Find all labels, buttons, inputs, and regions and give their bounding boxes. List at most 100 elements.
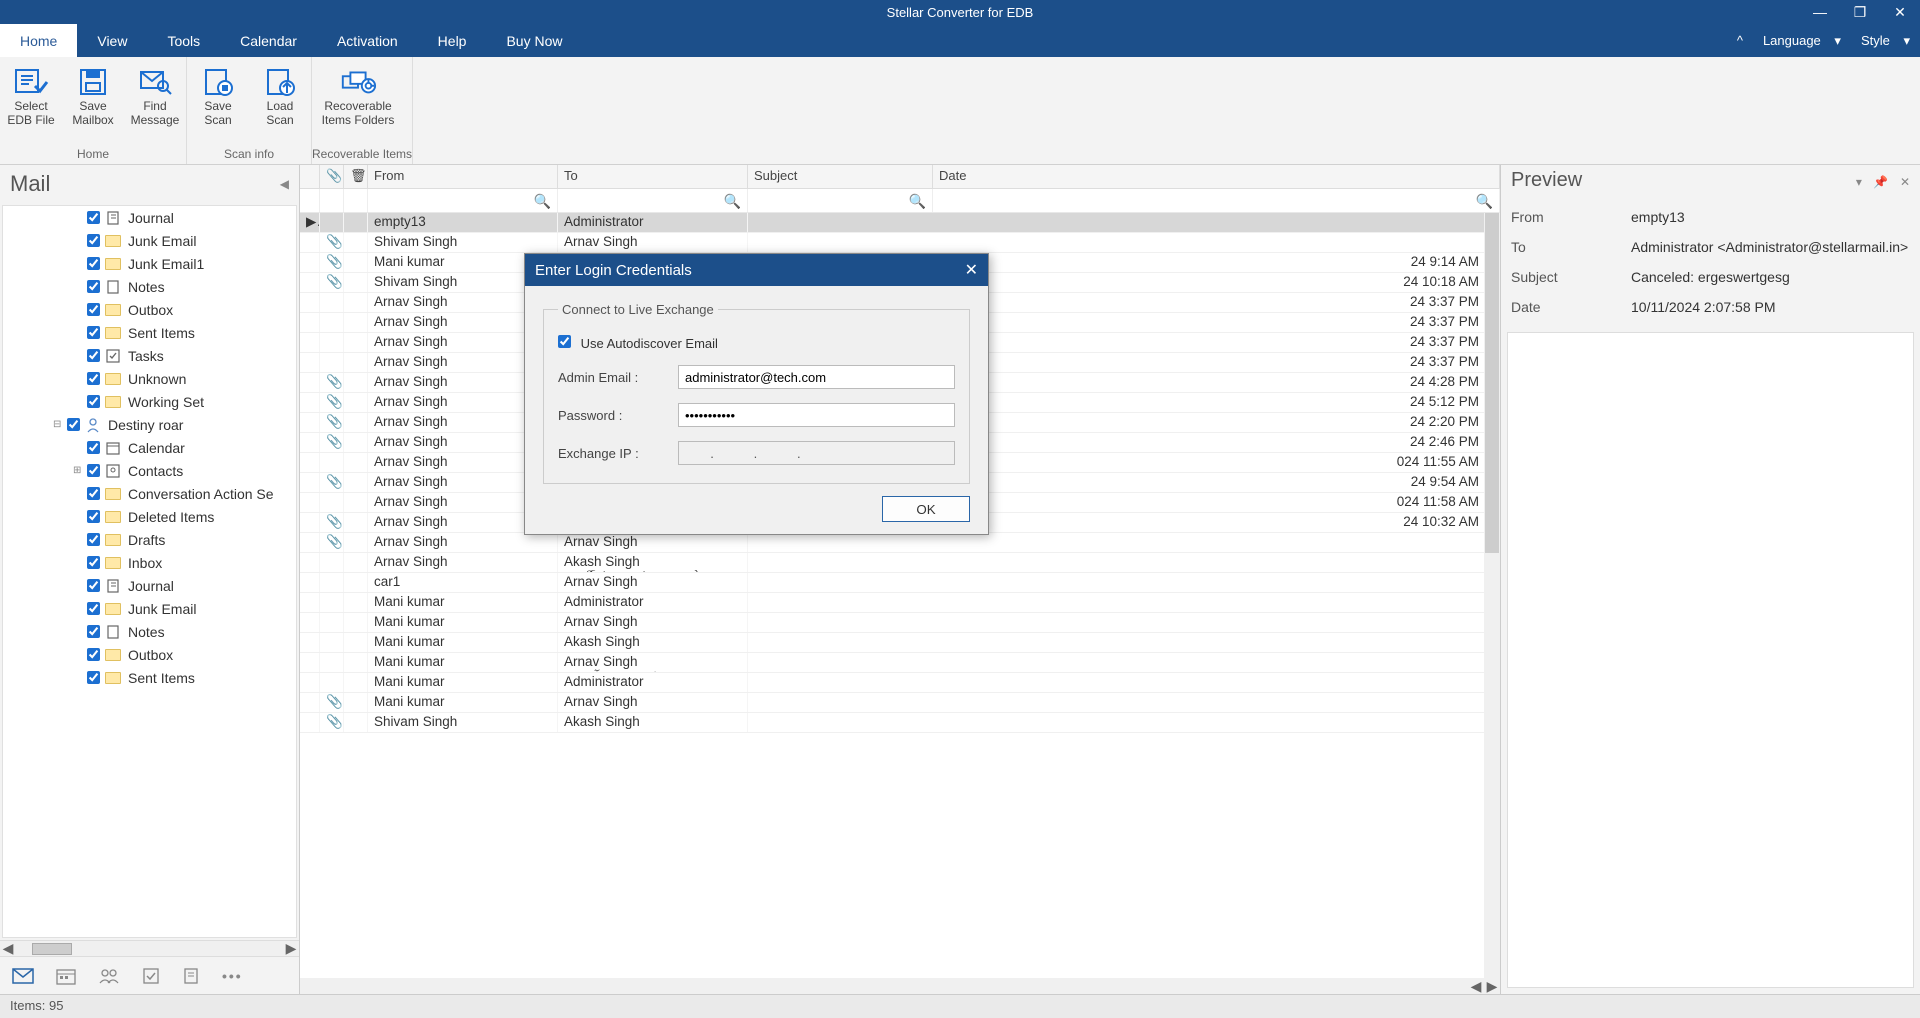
tree-checkbox[interactable] (87, 579, 100, 592)
tree-node[interactable]: Junk Email (3, 597, 296, 620)
recoverable-items-button[interactable]: Recoverable Items Folders (312, 61, 404, 144)
row-expand[interactable] (300, 273, 320, 292)
tree-checkbox[interactable] (87, 510, 100, 523)
menu-tab-tools[interactable]: Tools (147, 24, 220, 57)
preview-pin-icon[interactable]: 📌 (1873, 175, 1888, 189)
select-edb-file-button[interactable]: Select EDB File (0, 61, 62, 144)
grid-row[interactable]: Mani kumarArnav Singh به مهمانی خوش آمدی… (300, 653, 1500, 673)
preview-dropdown-icon[interactable]: ▾ (1856, 175, 1862, 189)
grid-row[interactable]: Mani kumarAdministrator Txais tos rau to… (300, 673, 1500, 693)
row-expand[interactable] (300, 493, 320, 512)
filter-date[interactable]: 🔍 (933, 189, 1500, 212)
row-expand[interactable] (300, 413, 320, 432)
row-expand[interactable] (300, 353, 320, 372)
grid-row[interactable]: Arnav SinghAkash Singh પાર્ટીમાં આપનું સ… (300, 553, 1500, 573)
tree-node[interactable]: Journal (3, 574, 296, 597)
tree-checkbox[interactable] (87, 671, 100, 684)
row-expand[interactable] (300, 713, 320, 732)
tree-expander[interactable]: ⊟ (53, 419, 67, 430)
grid-col-attachment[interactable]: 📎 (320, 165, 344, 188)
row-expand[interactable] (300, 613, 320, 632)
tree-node[interactable]: Drafts (3, 528, 296, 551)
grid-row[interactable]: Mani kumarAkash Singh Barka da zuwa part… (300, 633, 1500, 653)
dialog-titlebar[interactable]: Enter Login Credentials ✕ (525, 254, 988, 286)
tree-checkbox[interactable] (87, 464, 100, 477)
preview-close-icon[interactable]: ✕ (1900, 175, 1910, 189)
grid-hscroll-left[interactable]: ◀ (1468, 978, 1484, 995)
row-expand[interactable]: ▶ (300, 213, 320, 232)
autodiscover-checkbox[interactable] (558, 335, 571, 348)
maximize-button[interactable]: ❐ (1840, 0, 1880, 24)
switch-more-icon[interactable]: ••• (222, 968, 243, 984)
row-expand[interactable] (300, 253, 320, 272)
row-expand[interactable] (300, 533, 320, 552)
sidebar-hscroll-thumb[interactable] (32, 943, 72, 955)
tree-node[interactable]: Journal (3, 206, 296, 229)
tree-checkbox[interactable] (87, 395, 100, 408)
load-scan-button[interactable]: Load Scan (249, 61, 311, 144)
tree-node[interactable]: Working Set (3, 390, 296, 413)
row-expand[interactable] (300, 313, 320, 332)
switch-calendar-icon[interactable] (56, 967, 76, 985)
search-icon[interactable]: 🔍 (534, 193, 551, 210)
tree-node[interactable]: Inbox (3, 551, 296, 574)
tree-checkbox[interactable] (87, 257, 100, 270)
close-button[interactable]: ✕ (1880, 0, 1920, 24)
grid-vscroll-thumb[interactable] (1485, 213, 1499, 553)
row-expand[interactable] (300, 393, 320, 412)
tree-checkbox[interactable] (87, 556, 100, 569)
minimize-button[interactable]: — (1800, 0, 1840, 24)
folder-tree[interactable]: JournalJunk EmailJunk Email1NotesOutboxS… (2, 205, 297, 938)
grid-row[interactable]: ▶empty13Administrator Canceled: ergeswer… (300, 213, 1500, 233)
tree-checkbox[interactable] (87, 372, 100, 385)
tree-node[interactable]: Junk Email (3, 229, 296, 252)
row-expand[interactable] (300, 453, 320, 472)
style-menu[interactable]: Style ▾ (1851, 33, 1910, 49)
row-expand[interactable] (300, 673, 320, 692)
admin-email-input[interactable] (678, 365, 955, 389)
dialog-close-button[interactable]: ✕ (965, 260, 978, 280)
password-input[interactable] (678, 403, 955, 427)
tree-node[interactable]: Outbox (3, 298, 296, 321)
tree-checkbox[interactable] (87, 602, 100, 615)
grid-row[interactable]: 📎Shivam SinghAkash Singh Bun venit la pe… (300, 713, 1500, 733)
grid-vscroll[interactable] (1484, 213, 1500, 978)
tree-node[interactable]: ⊞Contacts (3, 459, 296, 482)
tree-checkbox[interactable] (87, 648, 100, 661)
tree-checkbox[interactable] (87, 280, 100, 293)
grid-row[interactable]: Mani kumarAdministrator Byenvini nan fèt… (300, 593, 1500, 613)
row-expand[interactable] (300, 573, 320, 592)
filter-to[interactable]: 🔍 (558, 189, 748, 212)
row-expand[interactable] (300, 693, 320, 712)
autodiscover-checkbox-label[interactable]: Use Autodiscover Email (558, 336, 718, 351)
row-expand[interactable] (300, 373, 320, 392)
tree-node[interactable]: Outbox (3, 643, 296, 666)
tree-node[interactable]: Calendar (3, 436, 296, 459)
row-expand[interactable] (300, 633, 320, 652)
tree-checkbox[interactable] (87, 211, 100, 224)
tree-node[interactable]: Deleted Items (3, 505, 296, 528)
grid-row[interactable]: 📎Arnav SinghArnav Singh Takulandirani ku… (300, 533, 1500, 553)
tree-node[interactable]: Junk Email1 (3, 252, 296, 275)
language-menu[interactable]: Language ▾ (1753, 33, 1841, 49)
tree-checkbox[interactable] (87, 441, 100, 454)
row-expand[interactable] (300, 433, 320, 452)
search-icon[interactable]: 🔍 (724, 193, 741, 210)
save-mailbox-button[interactable]: Save Mailbox (62, 61, 124, 144)
grid-col-from[interactable]: From (368, 165, 558, 188)
tree-checkbox[interactable] (67, 418, 80, 431)
grid-row[interactable]: 📎Mani kumarArnav Singh Allin hamusqaykic… (300, 693, 1500, 713)
grid-hscroll-right[interactable]: ▶ (1484, 978, 1500, 995)
switch-tasks-icon[interactable] (142, 967, 160, 985)
row-expand[interactable] (300, 513, 320, 532)
menu-tab-activation[interactable]: Activation (317, 24, 418, 57)
collapse-ribbon-button[interactable]: ^ (1737, 33, 1743, 48)
menu-tab-home[interactable]: Home (0, 24, 77, 57)
grid-row[interactable]: Mani kumarArnav Singh Welkom by die part… (300, 613, 1500, 633)
grid-col-subject[interactable]: Subject (748, 165, 933, 188)
tree-node[interactable]: Unknown (3, 367, 296, 390)
grid-row[interactable]: 📎Shivam SinghArnav Singh Gerra Deskriban… (300, 233, 1500, 253)
sidebar-collapse-icon[interactable]: ◀ (280, 177, 289, 191)
tree-checkbox[interactable] (87, 326, 100, 339)
switch-mail-icon[interactable] (12, 968, 34, 984)
